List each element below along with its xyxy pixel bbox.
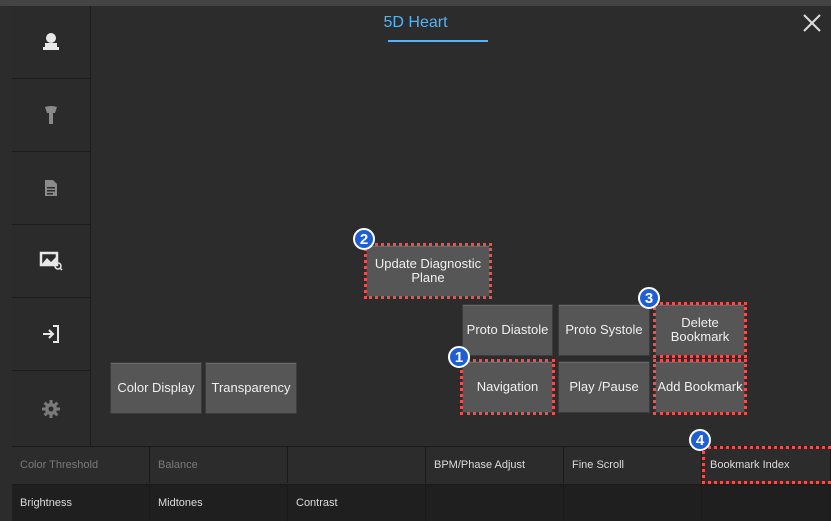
control-brightness[interactable]: Brightness [12,484,150,521]
callout-badge-1: 1 [448,346,470,368]
exit-icon [43,325,59,343]
page-title: 5D Heart [383,14,448,31]
image-review-icon [39,251,63,271]
control-empty-1 [288,446,426,483]
callout-badge-3: 3 [638,287,660,309]
proto-systole-button[interactable]: Proto Systole [558,304,650,356]
sidebar [12,6,91,447]
top-border [0,0,831,6]
probe-icon [45,106,57,124]
callout-badge-4: 4 [689,429,711,451]
add-bookmark-button[interactable]: Add Bookmark [653,359,747,415]
navigation-button[interactable]: Navigation [460,359,555,415]
control-balance[interactable]: Balance [150,446,288,483]
bookmark-index-highlight [702,446,831,484]
transparency-button[interactable]: Transparency [205,362,297,414]
callout-badge-2: 2 [353,228,375,250]
close-icon[interactable] [801,12,823,34]
control-color-threshold[interactable]: Color Threshold [12,446,150,483]
control-bpm-phase-adjust[interactable]: BPM/Phase Adjust [426,446,564,483]
control-contrast[interactable]: Contrast [288,484,426,521]
control-empty-3 [564,484,702,521]
sidebar-item-report[interactable] [12,152,91,225]
delete-bookmark-button[interactable]: Delete Bookmark [653,302,747,358]
title-underline [388,40,488,42]
proto-diastole-button[interactable]: Proto Diastole [462,304,553,356]
control-empty-4 [702,484,831,521]
sidebar-item-probe[interactable] [12,79,91,152]
play-pause-button[interactable]: Play /Pause [558,361,650,413]
settings-icon [42,399,60,418]
sidebar-item-exit[interactable] [12,298,91,371]
report-icon [45,180,57,196]
patient-icon [43,33,59,50]
sidebar-item-settings[interactable] [12,371,91,447]
color-display-button[interactable]: Color Display [110,362,202,414]
control-empty-2 [426,484,564,521]
control-midtones[interactable]: Midtones [150,484,288,521]
control-fine-scroll[interactable]: Fine Scroll [564,446,702,483]
sidebar-item-image-review[interactable] [12,225,91,298]
update-diagnostic-plane-button[interactable]: Update Diagnostic Plane [364,243,492,299]
app-window: 5D Heart Update Diagnostic Plane 2 Proto… [0,0,831,521]
